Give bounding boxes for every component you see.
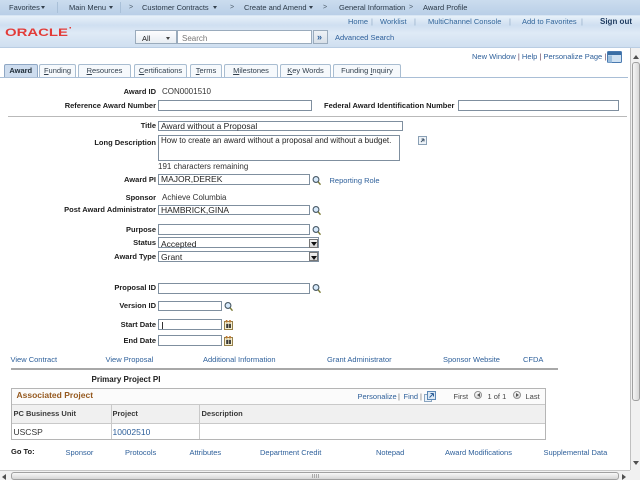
svg-text:ORACLE: ORACLE bbox=[5, 27, 68, 38]
